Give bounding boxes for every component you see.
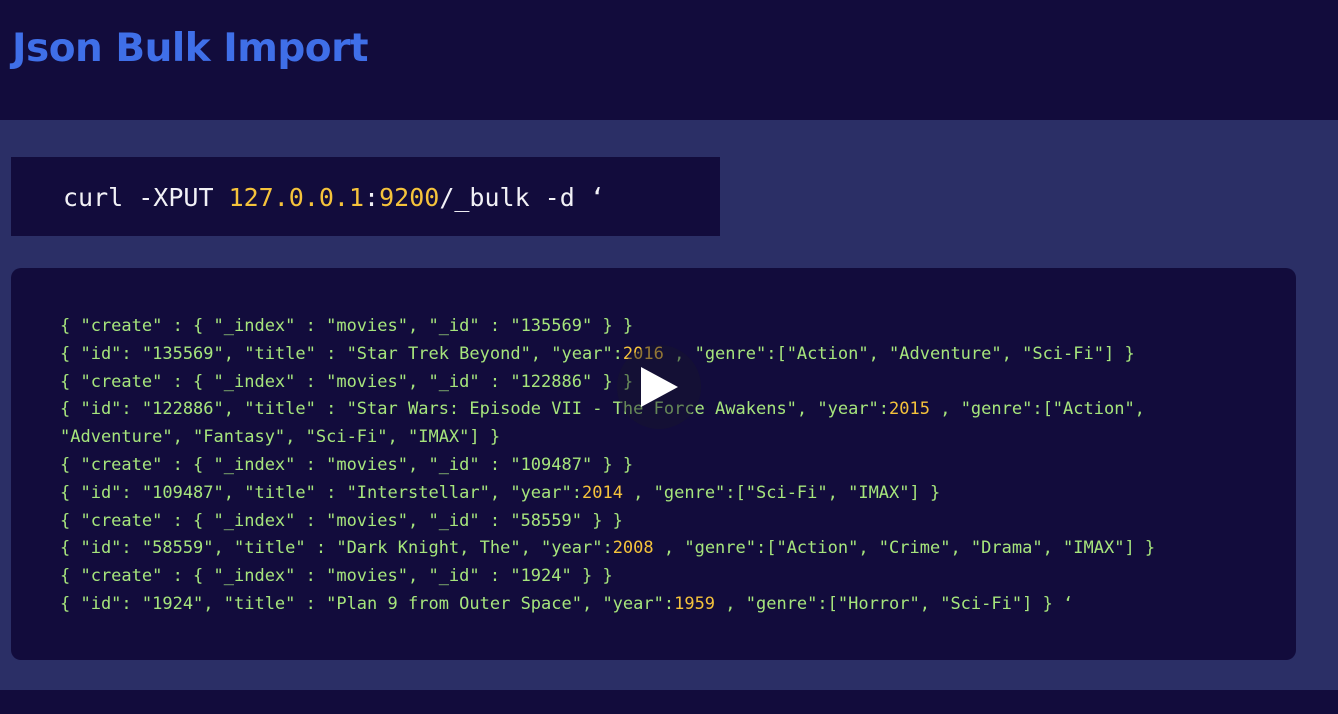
play-icon bbox=[641, 367, 678, 407]
play-button[interactable] bbox=[617, 345, 701, 429]
code-text: { "create" : { "_index" : "movies", "_id… bbox=[60, 566, 613, 587]
code-text: { "id": "58559", "title" : "Dark Knight,… bbox=[60, 538, 613, 559]
year-value: 2015 bbox=[889, 399, 930, 420]
code-text: , "genre":["Action", "Crime", "Drama", "… bbox=[653, 538, 1156, 559]
code-text: { "id": "135569", "title" : "Star Trek B… bbox=[60, 343, 623, 364]
code-text: { "create" : { "_index" : "movies", "_id… bbox=[60, 454, 634, 475]
year-value: 2008 bbox=[612, 538, 654, 559]
command-port: 9200 bbox=[379, 183, 440, 212]
code-text: { "id": "122886", "title" : "Star Wars: … bbox=[60, 399, 890, 420]
code-text: { "id": "109487", "title" : "Interstella… bbox=[60, 482, 582, 503]
command-suffix: /_bulk -d ‘ bbox=[439, 183, 605, 212]
code-text: { "create" : { "_index" : "movies", "_id… bbox=[60, 316, 634, 336]
code-line: { "id": "58559", "title" : "Dark Knight,… bbox=[60, 535, 1270, 563]
header-bar: Json Bulk Import bbox=[0, 0, 1338, 120]
code-text: { "id": "1924", "title" : "Plan 9 from O… bbox=[60, 593, 675, 614]
command-box: curl -XPUT 127.0.0.1:9200/_bulk -d ‘ bbox=[11, 157, 720, 236]
year-value: 2014 bbox=[581, 482, 623, 503]
code-line: { "create" : { "_index" : "movies", "_id… bbox=[60, 563, 1270, 591]
code-text: , "genre":["Action", "Adventure", "Sci-F… bbox=[663, 343, 1135, 364]
code-block: { "create" : { "_index" : "movies", "_id… bbox=[11, 268, 1296, 660]
code-text: , "genre":["Sci-Fi", "IMAX"] } bbox=[622, 482, 941, 503]
page-title: Json Bulk Import bbox=[12, 26, 368, 71]
code-line: { "create" : { "_index" : "movies", "_id… bbox=[60, 313, 1270, 341]
command-host: 127.0.0.1 bbox=[228, 183, 365, 212]
year-value: 1959 bbox=[674, 593, 716, 614]
code-line: { "create" : { "_index" : "movies", "_id… bbox=[60, 508, 1270, 536]
code-text: , "genre":["Horror", "Sci-Fi"] } ‘ bbox=[715, 593, 1074, 614]
curl-command: curl -XPUT 127.0.0.1:9200/_bulk -d ‘ bbox=[63, 183, 605, 212]
code-line: { "id": "1924", "title" : "Plan 9 from O… bbox=[60, 591, 1270, 619]
command-prefix: curl -XPUT bbox=[63, 183, 229, 212]
code-text: { "create" : { "_index" : "movies", "_id… bbox=[60, 371, 634, 392]
code-text: { "create" : { "_index" : "movies", "_id… bbox=[60, 510, 623, 531]
footer-bar bbox=[0, 690, 1338, 714]
code-line: { "create" : { "_index" : "movies", "_id… bbox=[60, 452, 1270, 480]
code-line: { "id": "109487", "title" : "Interstella… bbox=[60, 480, 1270, 508]
command-colon: : bbox=[364, 183, 380, 212]
